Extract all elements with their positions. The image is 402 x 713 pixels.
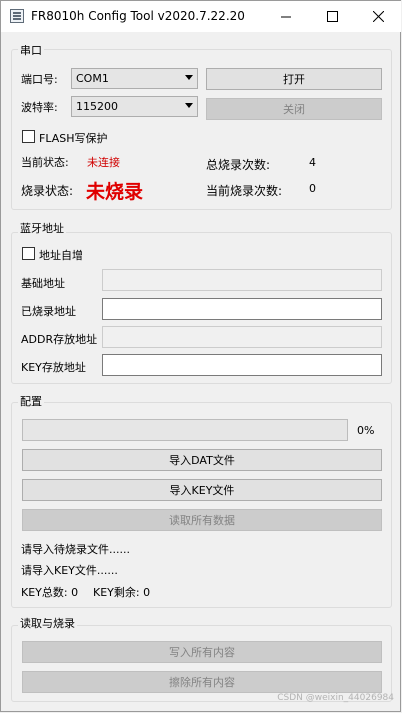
write-all-button[interactable]: 写入所有内容: [22, 641, 382, 663]
flash-protect-label: FLASH写保护: [39, 132, 108, 145]
auto-increment-label: 地址自增: [39, 249, 83, 262]
key-storage-label: KEY存放地址: [21, 361, 86, 374]
flash-protect-checkbox[interactable]: [22, 130, 35, 143]
minimize-button[interactable]: [263, 1, 309, 32]
burn-status-value: 未烧录: [86, 181, 144, 203]
config-group-title: 配置: [18, 393, 44, 409]
minimize-icon: [280, 16, 291, 18]
current-status-value: 未连接: [87, 156, 120, 169]
addr-storage-field[interactable]: [102, 326, 382, 348]
close-port-button[interactable]: 关闭: [206, 98, 382, 120]
read-burn-group-title: 读取与烧录: [18, 615, 77, 631]
total-burn-value: 4: [309, 156, 316, 169]
chevron-down-icon: [185, 75, 193, 80]
port-combobox[interactable]: COM1: [71, 68, 198, 89]
chevron-down-icon: [185, 103, 193, 108]
total-burn-label: 总烧录次数:: [206, 158, 271, 172]
key-storage-field[interactable]: [102, 354, 382, 376]
app-icon: [10, 9, 24, 23]
watermark: CSDN @weixin_44026984: [277, 693, 394, 703]
port-value: COM1: [76, 72, 109, 85]
key-total: KEY总数: 0: [21, 586, 79, 599]
maximize-icon: [326, 11, 338, 22]
bt-address-group-title: 蓝牙地址: [18, 220, 66, 236]
read-all-button[interactable]: 读取所有数据: [22, 509, 382, 531]
current-status-label: 当前状态:: [21, 156, 69, 169]
burned-address-label: 已烧录地址: [21, 305, 76, 318]
maximize-button[interactable]: [309, 1, 355, 32]
current-burn-value: 0: [309, 182, 316, 195]
base-address-field[interactable]: [102, 269, 382, 291]
burned-address-field[interactable]: [102, 298, 382, 320]
burn-status-label: 烧录状态:: [21, 184, 74, 198]
import-burn-file-msg: 请导入待烧录文件......: [21, 543, 130, 556]
auto-increment-checkbox[interactable]: [22, 247, 35, 260]
import-key-file-msg: 请导入KEY文件......: [21, 564, 118, 577]
import-dat-button[interactable]: 导入DAT文件: [22, 449, 382, 471]
base-address-label: 基础地址: [21, 277, 65, 290]
baud-label: 波特率:: [21, 101, 58, 114]
serial-group-title: 串口: [18, 42, 44, 58]
port-label: 端口号:: [21, 73, 58, 86]
close-icon: [372, 11, 384, 22]
close-window-button[interactable]: [355, 1, 401, 32]
current-burn-label: 当前烧录次数:: [206, 184, 283, 198]
title-bar: FR8010h Config Tool v2020.7.22.20: [1, 1, 401, 32]
baud-value: 115200: [76, 100, 118, 113]
import-key-button[interactable]: 导入KEY文件: [22, 479, 382, 501]
key-remaining: KEY剩余: 0: [93, 586, 151, 599]
window-title: FR8010h Config Tool v2020.7.22.20: [31, 9, 245, 23]
baud-combobox[interactable]: 115200: [71, 96, 198, 117]
open-port-button[interactable]: 打开: [206, 68, 382, 90]
erase-all-button[interactable]: 擦除所有内容: [22, 671, 382, 693]
progress-bar: [22, 419, 348, 441]
addr-storage-label: ADDR存放地址: [21, 333, 98, 346]
main-window: FR8010h Config Tool v2020.7.22.20 串口 端口号…: [0, 0, 401, 712]
progress-text: 0%: [357, 424, 375, 437]
